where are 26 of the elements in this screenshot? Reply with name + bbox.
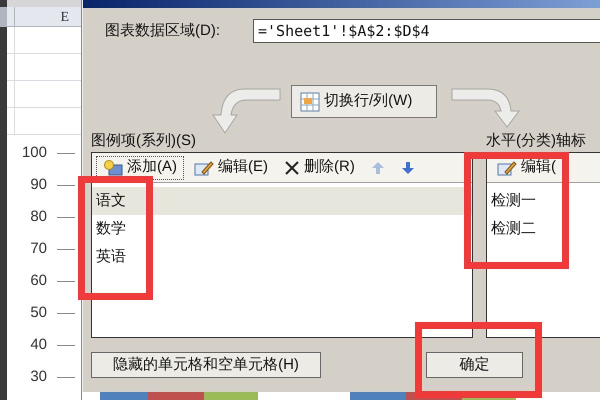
ok-button[interactable]: 确定 [426,352,523,378]
toolbar-button[interactable]: 编辑(E) [188,156,274,180]
axis-label: 100 [20,144,47,162]
axis-label: 80 [29,208,47,226]
toolbar-button[interactable]: 删除(R) [278,156,361,180]
section-label: 水平(分类)轴标 [486,132,586,150]
up-arrow-icon [370,160,385,174]
axis-label: 60 [29,272,47,290]
toolbar-button[interactable]: 添加(A) [96,156,184,180]
axis-label: 50 [29,304,47,322]
hidden-cells-button[interactable]: 隐藏的单元格和空单元格(H) [91,352,321,378]
axis-label: 70 [29,240,47,258]
axis-label: 90 [29,176,47,194]
axis-label: 40 [29,336,47,354]
field-label: 图表数据区域(D): [105,20,221,41]
axis-label: 30 [29,368,47,386]
down-arrow-icon [400,160,415,174]
table-icon [300,92,320,112]
pencil-icon [497,160,517,176]
pencil-icon [194,160,214,176]
list-item[interactable]: 语文 [92,187,472,215]
close-icon [284,160,300,176]
add-icon [103,160,123,176]
section-label: 图例项(系列)(S) [91,132,197,150]
data-range-field[interactable]: ='Sheet1'!$A$2:$D$4 [253,19,600,43]
switch-row-column-button[interactable]: 切换行/列(W) [291,85,437,118]
